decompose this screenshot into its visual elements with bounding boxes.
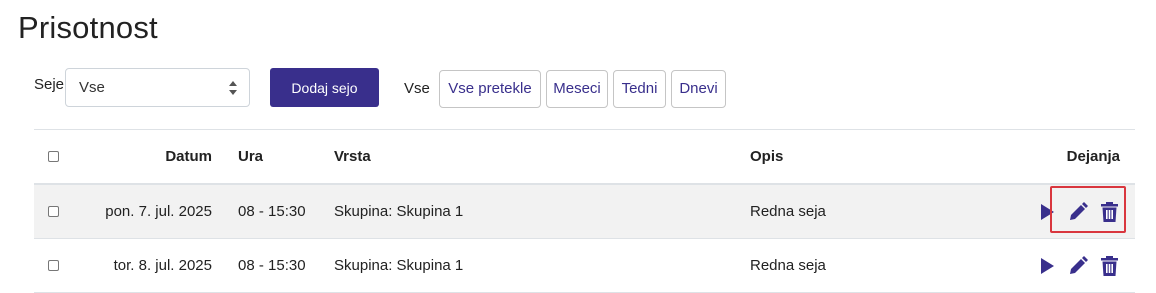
table-row: tor. 8. jul. 2025 08 - 15:30 Skupina: Sk… [34, 239, 1135, 293]
toolbar: Seje Vse Dodaj sejo Vse Vse pretekle Mes… [34, 68, 794, 108]
header-dejanja: Dejanja [1066, 148, 1120, 165]
filter-months-button[interactable]: Meseci [546, 70, 608, 108]
row-actions [994, 239, 1120, 292]
row-checkbox[interactable] [48, 206, 59, 217]
filter-weeks-button[interactable]: Tedni [613, 70, 666, 108]
page-title: Prisotnost [18, 10, 158, 45]
select-arrows-icon [229, 81, 237, 95]
table-header-row: Datum Ura Vrsta Opis Dejanja [34, 130, 1135, 185]
filter-days-button[interactable]: Dnevi [671, 70, 726, 108]
highlight-box [1050, 186, 1126, 233]
add-session-button[interactable]: Dodaj sejo [270, 68, 379, 107]
sessions-table: Datum Ura Vrsta Opis Dejanja pon. 7. jul… [34, 129, 1135, 293]
filter-all-past-button[interactable]: Vse pretekle [439, 70, 541, 108]
row-datum: tor. 8. jul. 2025 [113, 257, 212, 274]
row-checkbox[interactable] [48, 260, 59, 271]
header-ura[interactable]: Ura [238, 130, 328, 183]
seje-label: Seje [34, 76, 65, 93]
trash-icon[interactable] [1098, 255, 1120, 277]
header-vrsta[interactable]: Vrsta [334, 130, 734, 183]
row-ura: 08 - 15:30 [238, 203, 306, 220]
row-vrsta: Skupina: Skupina 1 [334, 203, 464, 220]
pencil-icon[interactable] [1067, 255, 1089, 277]
session-select-value: Vse [79, 79, 105, 96]
select-all-checkbox[interactable] [48, 151, 59, 162]
table-row: pon. 7. jul. 2025 08 - 15:30 Skupina: Sk… [34, 185, 1135, 239]
row-ura: 08 - 15:30 [238, 257, 306, 274]
row-vrsta: Skupina: Skupina 1 [334, 257, 464, 274]
play-icon[interactable] [1036, 255, 1058, 277]
filter-all-label: Vse [404, 80, 430, 97]
session-select[interactable]: Vse [65, 68, 250, 107]
row-datum: pon. 7. jul. 2025 [105, 203, 212, 220]
header-datum[interactable]: Datum [74, 130, 212, 183]
